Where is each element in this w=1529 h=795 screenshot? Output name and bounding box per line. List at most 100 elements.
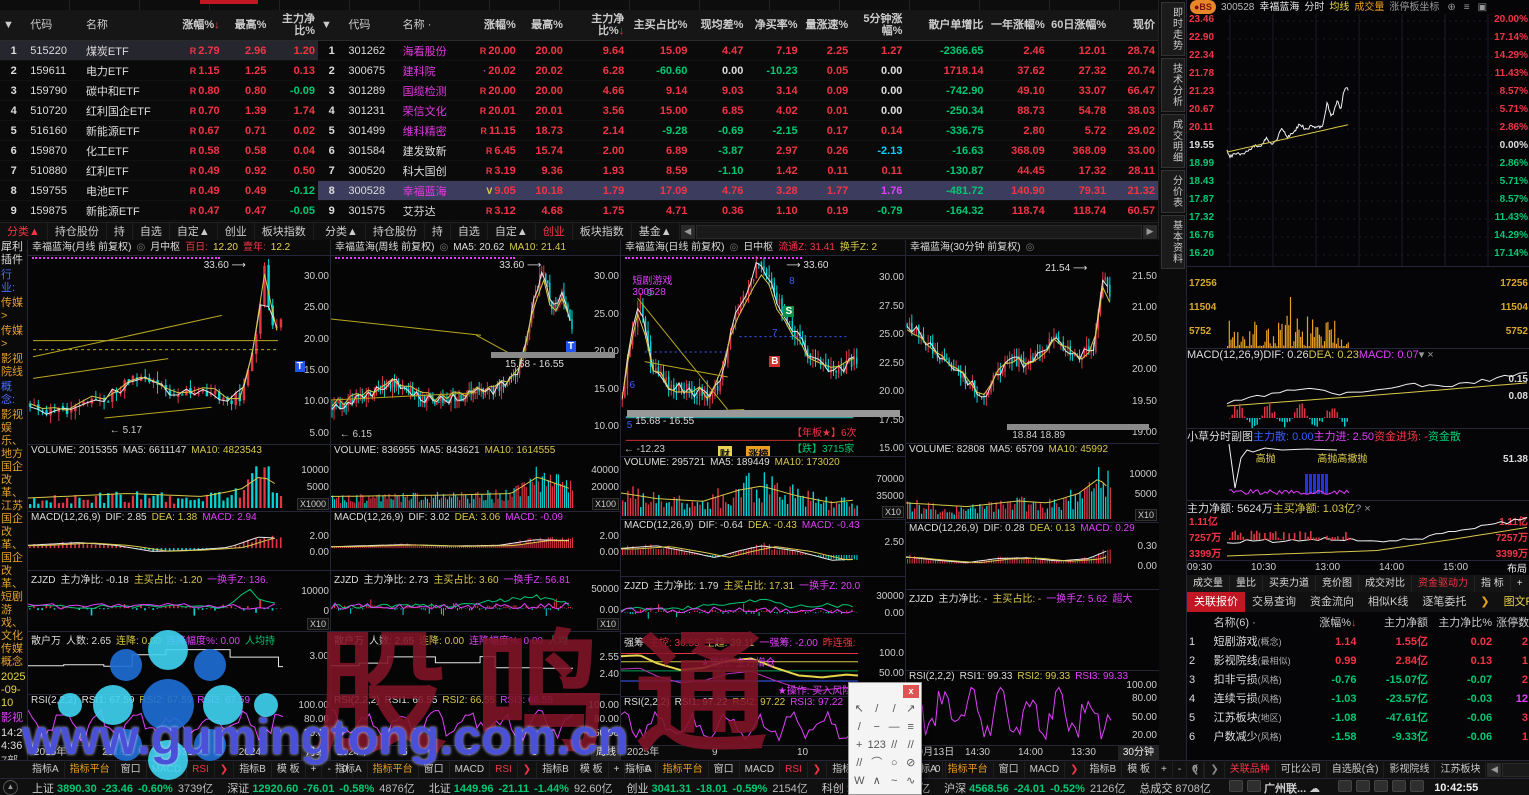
list-tab-持[interactable]: 持 bbox=[425, 223, 451, 241]
connection-status[interactable]: 广州联... ☁ bbox=[1225, 780, 1320, 795]
toolbar-item[interactable]: ❯ bbox=[518, 762, 537, 778]
list-tab-分类[interactable]: 分类▲ bbox=[0, 223, 48, 241]
list-tab-创业[interactable]: 创业 bbox=[218, 223, 255, 241]
related-tab[interactable]: 图文F10 bbox=[1497, 592, 1529, 612]
drawing-tool-button[interactable]: ⌒ bbox=[868, 755, 886, 771]
zhuli-pane[interactable]: 主力净额: 5624万主买净额: 1.03亿? ×1.11亿1.11亿7257万… bbox=[1187, 500, 1529, 560]
list-tab-创业[interactable]: 创业 bbox=[536, 223, 573, 241]
toolbar-item[interactable]: MACD bbox=[147, 762, 187, 778]
index-quote[interactable]: 沪深4568.56-24.01-0.52%2126亿 bbox=[944, 780, 1125, 795]
toolbar-item[interactable]: 窗口 bbox=[709, 762, 740, 778]
chart-pane-macd[interactable]: MACD(12,26,9)DIF: 3.02DEA: 3.06MACD: -0.… bbox=[331, 511, 621, 570]
related-row[interactable]: 3扣非亏损(风格)-0.76-15.07亿-0.072 bbox=[1187, 671, 1529, 690]
related-bottom-tab[interactable]: ❮ bbox=[1186, 762, 1205, 778]
toolbar-item[interactable]: 模 板 bbox=[575, 762, 609, 778]
drawing-tool-button[interactable]: / bbox=[851, 719, 868, 735]
toolbar-item[interactable]: ❯ bbox=[808, 762, 827, 778]
indicator-tab[interactable]: 竞价图 bbox=[1316, 575, 1359, 592]
toolbar-item[interactable]: RSI bbox=[187, 762, 215, 778]
table-row[interactable]: 6301584建发致新R6.4515.742.006.89-3.872.970.… bbox=[318, 141, 1158, 161]
xiaocao-pane[interactable]: 小草分时副图主力散: 0.00主力进: 2.50资金进场: -资金散高抛高抛高撤… bbox=[1187, 428, 1529, 500]
drawing-tool-button[interactable]: ↗ bbox=[902, 701, 919, 717]
list-tab-板块指数[interactable]: 板块指数 bbox=[573, 223, 632, 241]
drawing-tool-button[interactable]: + bbox=[851, 737, 868, 753]
table-row[interactable]: 3159790碳中和ETFR0.800.80-0.09 bbox=[0, 81, 318, 101]
tray-icon[interactable] bbox=[1374, 780, 1388, 792]
chart-pane-step[interactable]: 散户万人数: 2.65连降: 0.00连降幅度%: 0.00人均持3.00 bbox=[28, 631, 331, 694]
scroll-right-button[interactable]: ▶ bbox=[1143, 225, 1157, 239]
vertical-tab-即时走势[interactable]: 即时走势 bbox=[1161, 2, 1185, 56]
vertical-tab-成交明细[interactable]: 成交明细 bbox=[1161, 114, 1185, 168]
column-header[interactable]: 主买占比% bbox=[627, 19, 690, 31]
close-icon[interactable]: x bbox=[903, 685, 919, 698]
chart-pane-vol[interactable]: VOLUME: 295721MA5: 189449MA10: 173020700… bbox=[621, 456, 906, 519]
scroll-left-button[interactable]: ◀ bbox=[1487, 763, 1501, 777]
list-tab-持[interactable]: 持 bbox=[107, 223, 133, 241]
related-bottom-tab[interactable]: 自选股(含) bbox=[1327, 762, 1385, 778]
drawing-tool-button[interactable]: // bbox=[886, 737, 903, 753]
toolbar-item[interactable]: 指标A bbox=[330, 762, 368, 778]
drawing-tool-button[interactable]: ≡ bbox=[902, 719, 919, 735]
table-row[interactable]: 3301289国缆检测R20.0020.004.669.149.033.140.… bbox=[318, 81, 1158, 101]
tray-icon[interactable] bbox=[1410, 780, 1424, 792]
column-header[interactable]: 现均差% bbox=[690, 19, 746, 31]
related-tab[interactable]: 相似K线 bbox=[1361, 592, 1415, 612]
chart-pane-price[interactable]: 21.5021.0020.5020.0019.5019.0021.54 ⟶18.… bbox=[906, 255, 1159, 443]
toolbar-item[interactable]: RSI bbox=[780, 762, 808, 778]
column-header[interactable]: 主力净比% bbox=[269, 13, 318, 37]
column-header[interactable]: 代码 bbox=[345, 19, 399, 31]
related-bottom-tab[interactable]: 影视院线 bbox=[1384, 762, 1435, 778]
chart-pane-rsi[interactable]: RSI(2,2,2)RSI1: 67.59RSI2: 67.59RSI3: 67… bbox=[28, 694, 331, 745]
table-row[interactable]: 9301575艾芬达R3.124.681.754.710.361.100.19-… bbox=[318, 201, 1158, 221]
scrollbar-track[interactable] bbox=[1502, 763, 1529, 777]
table-row[interactable]: 5516160新能源ETFR0.670.710.02 bbox=[0, 121, 318, 141]
related-row[interactable]: 6户数减少(风格)-1.58-9.33亿-0.061 bbox=[1187, 728, 1529, 747]
list-tab-持仓股份[interactable]: 持仓股份 bbox=[48, 223, 107, 241]
toolbar-item[interactable]: 窗口 bbox=[116, 762, 147, 778]
toolbar-item[interactable]: 指标B bbox=[1085, 762, 1123, 778]
table-row[interactable]: 4301231荣信文化R20.0120.013.5615.006.854.020… bbox=[318, 101, 1158, 121]
header-icon[interactable]: ≡ bbox=[1464, 2, 1470, 13]
column-header[interactable]: 量涨速% bbox=[801, 19, 852, 31]
related-bottom-tab[interactable]: ❯ bbox=[1205, 762, 1224, 778]
drawing-tool-button[interactable]: W bbox=[851, 773, 868, 789]
table-row[interactable]: 9159875新能源ETFR0.470.47-0.05 bbox=[0, 201, 318, 221]
list-tab-持仓股份[interactable]: 持仓股份 bbox=[366, 223, 425, 241]
scrollbar-track[interactable] bbox=[696, 225, 1142, 239]
table-row[interactable]: 8300528幸福蓝海V9.0510.181.7917.094.763.281.… bbox=[318, 181, 1158, 201]
chart-pane-rsi[interactable]: RSI(2,2,2)RSI1: 66.55RSI2: 66.55RSI3: 66… bbox=[331, 694, 621, 745]
column-header[interactable]: 5分钟涨幅% bbox=[851, 13, 905, 37]
index-quote[interactable]: 北证1449.96-21.11-1.44%92.60亿 bbox=[429, 780, 613, 795]
drawing-tool-button[interactable]: ⊘ bbox=[902, 755, 919, 771]
toolbar-item[interactable]: 模 板 bbox=[272, 762, 306, 778]
indicator-tab[interactable]: 量比 bbox=[1230, 575, 1263, 592]
column-header[interactable]: 最高% bbox=[223, 19, 270, 31]
toolbar-item[interactable]: 窗口 bbox=[994, 762, 1025, 778]
list-tab-自选[interactable]: 自选 bbox=[451, 223, 488, 241]
intraday-price-pane[interactable]: 23.4622.9022.3421.7821.2320.6720.1119.55… bbox=[1187, 14, 1529, 266]
column-header[interactable]: 代码 bbox=[27, 19, 83, 31]
chart-pane-step[interactable]: 散户万人数: 2.65连降: 0.00连降幅度%: 0.00人均2.552.40 bbox=[331, 631, 621, 694]
header-icon[interactable]: ⊕ bbox=[1447, 2, 1455, 13]
related-tab[interactable]: ❯ bbox=[1473, 592, 1496, 612]
related-row[interactable]: 4连续亏损(风格)-1.03-23.57亿-0.0312 bbox=[1187, 690, 1529, 709]
table-row[interactable]: 5301499维科精密R11.1518.732.14-9.28-0.69-2.1… bbox=[318, 121, 1158, 141]
index-quote[interactable]: 创业3041.31-18.01-0.59%2154亿 bbox=[627, 780, 808, 795]
chart-pane-macd[interactable]: MACD(12,26,9)DIF: 2.85DEA: 1.38MACD: 2.9… bbox=[28, 511, 331, 570]
table-row[interactable]: 2300675建科院·20.0220.026.28-60.600.00-10.2… bbox=[318, 61, 1158, 81]
chart-pane-none[interactable]: ZJZD主力净比: -主买占比: -一换手Z: 5.62超大 bbox=[906, 589, 1159, 670]
toolbar-item[interactable]: - bbox=[1173, 762, 1187, 778]
drawing-tool-button[interactable]: ∿ bbox=[902, 773, 919, 789]
column-header[interactable]: 散户单增比 bbox=[905, 19, 986, 31]
toolbar-item[interactable]: + bbox=[306, 762, 323, 778]
table-row[interactable]: 7510880红利ETFR0.490.920.50 bbox=[0, 161, 318, 181]
list-tab-板块指数[interactable]: 板块指数 bbox=[255, 223, 314, 241]
column-header[interactable]: 主力净额 bbox=[1359, 614, 1431, 633]
drawing-tool-button[interactable]: // bbox=[851, 755, 868, 771]
related-bottom-tab[interactable]: 可比公司 bbox=[1276, 762, 1327, 778]
table-row[interactable]: 1515220煤炭ETFR2.792.961.20 bbox=[0, 41, 318, 61]
drawing-tool-button[interactable]: ↖ bbox=[851, 701, 868, 717]
table-row[interactable]: 2159611电力ETFR1.151.250.13 bbox=[0, 61, 318, 81]
related-tab[interactable]: 逐笔委托 bbox=[1415, 592, 1473, 612]
list-tab-自定[interactable]: 自定▲ bbox=[488, 223, 536, 241]
